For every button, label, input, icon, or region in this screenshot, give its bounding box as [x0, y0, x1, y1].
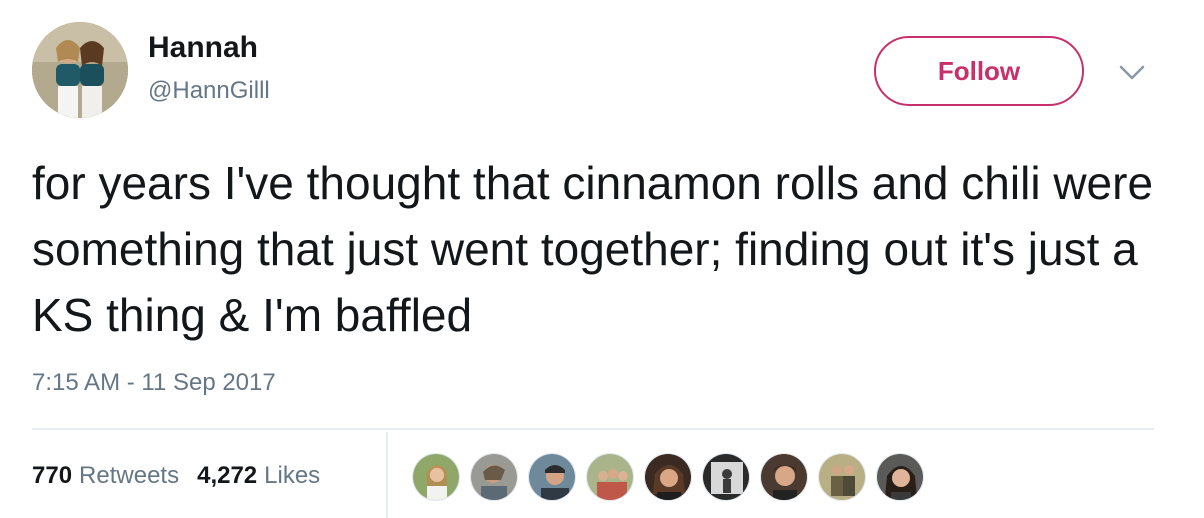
liker-avatar[interactable]: [644, 453, 692, 501]
avatar-photo-icon: [32, 22, 128, 118]
retweets-count: 770: [32, 462, 73, 489]
more-options-chevron-down-icon[interactable]: [1118, 60, 1146, 84]
liker-avatar[interactable]: [702, 453, 750, 501]
liker-avatars: [412, 452, 934, 502]
divider: [32, 428, 1154, 430]
liker-avatar[interactable]: [470, 453, 518, 501]
liker-avatar[interactable]: [528, 453, 576, 501]
retweets-label: Retweets: [79, 462, 180, 489]
liker-avatar[interactable]: [876, 453, 924, 501]
follow-button[interactable]: Follow: [874, 36, 1084, 106]
tweet-text: for years I've thought that cinnamon rol…: [32, 157, 1154, 341]
tweet-stats: 770 Retweets 4,272 Likes: [32, 456, 338, 496]
liker-avatar[interactable]: [760, 453, 808, 501]
retweets-stat[interactable]: 770 Retweets: [32, 461, 179, 491]
user-display-name[interactable]: Hannah: [148, 30, 258, 66]
tweet-timestamp[interactable]: 7:15 AM - 11 Sep 2017: [32, 368, 276, 398]
stats-separator: [386, 432, 388, 518]
liker-avatar[interactable]: [412, 453, 460, 501]
likes-stat[interactable]: 4,272 Likes: [197, 461, 320, 491]
likes-label: Likes: [264, 462, 321, 489]
likes-count: 4,272: [197, 462, 258, 489]
liker-avatar[interactable]: [818, 453, 866, 501]
liker-avatar[interactable]: [586, 453, 634, 501]
tweet-card: Hannah @HannGilll Follow for years I've …: [0, 0, 1204, 518]
user-handle[interactable]: @HannGilll: [148, 76, 270, 106]
user-avatar[interactable]: [32, 22, 128, 118]
